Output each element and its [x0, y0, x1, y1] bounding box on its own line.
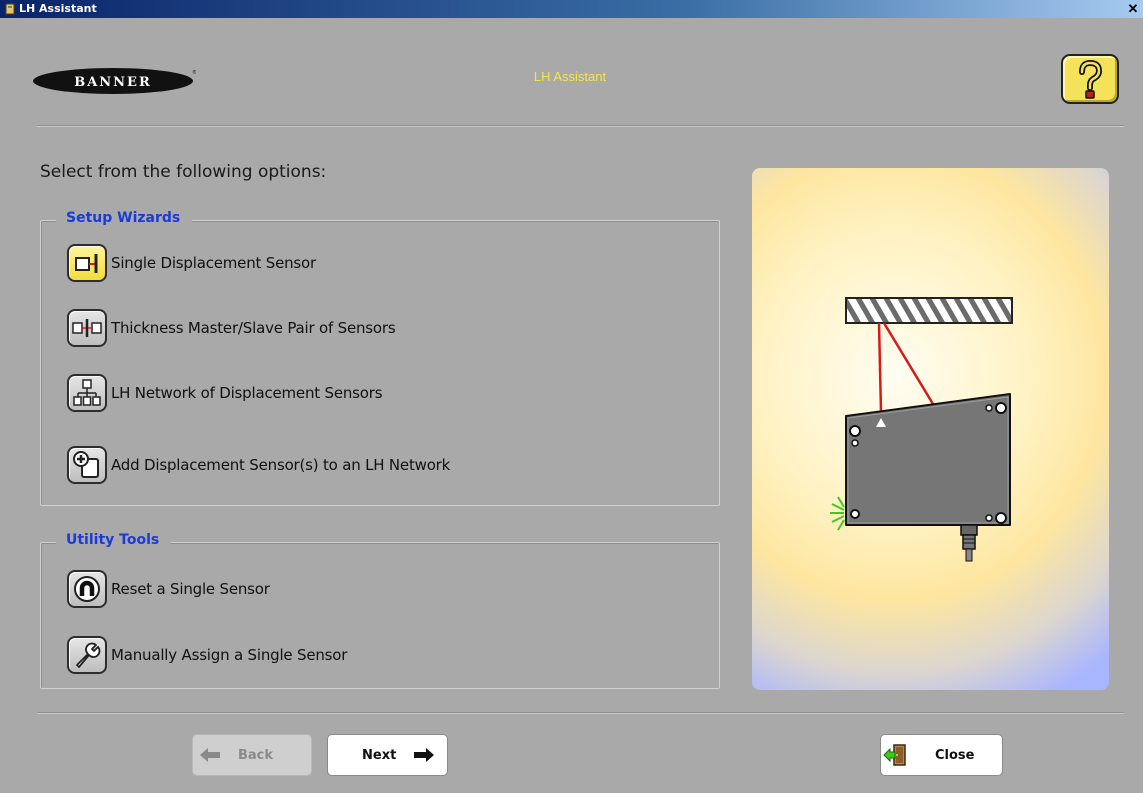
option-add-to-network[interactable]: Add Displacement Sensor(s) to an LH Netw… [67, 446, 451, 484]
option-reset-sensor[interactable]: Reset a Single Sensor [67, 570, 270, 608]
status-indicator [830, 496, 845, 531]
title-bar[interactable]: LH Assistant ✕ [0, 0, 1143, 18]
option-thickness-pair[interactable]: Thickness Master/Slave Pair of Sensors [67, 309, 396, 347]
back-label: Back [238, 747, 274, 763]
option-label: Reset a Single Sensor [111, 580, 270, 598]
single-sensor-icon [67, 244, 107, 282]
help-button[interactable] [1061, 54, 1119, 104]
back-arrow-icon [200, 748, 220, 762]
back-button[interactable]: Back [192, 734, 312, 776]
utility-tools-legend: Utility Tools [56, 532, 172, 548]
next-arrow-icon [414, 748, 435, 762]
option-lh-network[interactable]: LH Network of Displacement Sensors [67, 374, 383, 412]
svg-text:®: ® [192, 69, 196, 76]
header-title: LH Assistant [533, 69, 607, 84]
displacement-sensor-illustration [830, 297, 1013, 562]
intro-text: Select from the following options: [40, 162, 327, 182]
banner-logo: BANNER ® [33, 68, 196, 94]
laser-receive-line [882, 322, 935, 405]
option-label: LH Network of Displacement Sensors [111, 384, 383, 402]
next-button[interactable]: Next [327, 734, 448, 776]
window-close-icon[interactable]: ✕ [1126, 1, 1140, 16]
wrench-icon [67, 636, 107, 674]
option-label: Manually Assign a Single Sensor [111, 646, 348, 664]
sensor-pair-icon [67, 309, 107, 347]
target-surface [845, 297, 1013, 324]
add-sensor-icon [67, 446, 107, 484]
option-label: Single Displacement Sensor [111, 254, 316, 272]
app-icon [5, 3, 15, 15]
reset-icon [67, 570, 107, 608]
option-single-displacement-sensor[interactable]: Single Displacement Sensor [67, 244, 316, 282]
window-title: LH Assistant [19, 2, 97, 15]
exit-door-icon [883, 744, 906, 766]
option-label: Thickness Master/Slave Pair of Sensors [111, 319, 396, 337]
setup-wizards-legend: Setup Wizards [56, 210, 193, 226]
network-icon [67, 374, 107, 412]
option-label: Add Displacement Sensor(s) to an LH Netw… [111, 456, 451, 474]
sensor-body [845, 393, 1011, 526]
question-mark-icon [1079, 60, 1103, 99]
laser-emit-line [877, 322, 883, 413]
header-divider [37, 125, 1124, 127]
logo-text: BANNER [74, 75, 152, 90]
next-label: Next [362, 747, 397, 763]
sensor-preview-panel [752, 168, 1109, 690]
close-button[interactable]: Close [880, 734, 1003, 776]
option-manual-assign[interactable]: Manually Assign a Single Sensor [67, 636, 348, 674]
footer-divider [37, 712, 1124, 714]
close-label: Close [935, 747, 975, 763]
lh-assistant-window: LH Assistant ✕ BANNER ® LH Assistant Sel… [0, 0, 1143, 793]
